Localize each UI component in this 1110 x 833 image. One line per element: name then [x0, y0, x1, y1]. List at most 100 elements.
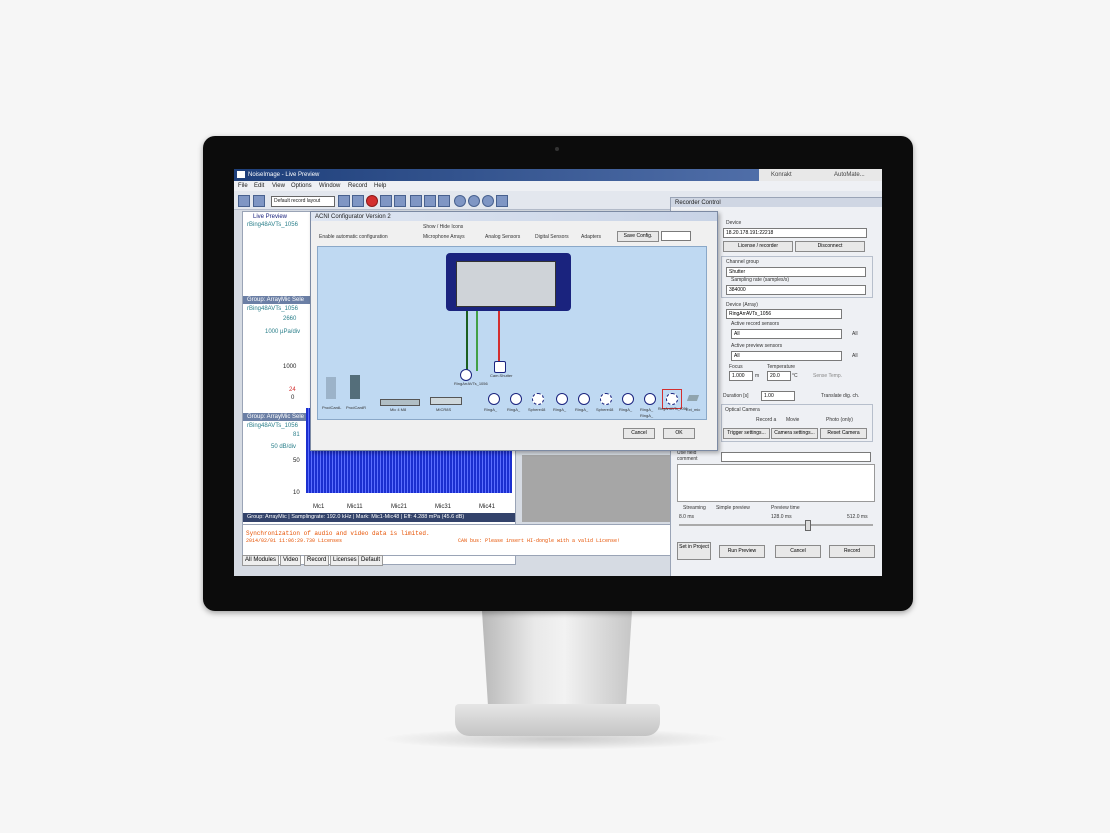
- dialog-cancel-button[interactable]: Cancel: [623, 428, 655, 439]
- ring-a-node-4[interactable]: [578, 393, 590, 405]
- record-button[interactable]: Record: [829, 545, 875, 558]
- sphere-node-2[interactable]: [600, 393, 612, 405]
- tab-default[interactable]: Default: [358, 555, 384, 566]
- record-icon[interactable]: [366, 195, 378, 207]
- connect-button[interactable]: License / recorder: [723, 241, 793, 252]
- webcam-dot: [555, 147, 559, 151]
- analog-sensors-check[interactable]: Analog Sensors: [485, 234, 520, 240]
- probe-card-right-icon[interactable]: [350, 375, 360, 399]
- adapters-check[interactable]: Adapters: [581, 234, 601, 240]
- save-config-button[interactable]: Save Config.: [617, 231, 659, 242]
- open-icon[interactable]: [238, 195, 250, 207]
- device-array-select[interactable]: RingArrAVTs_1056: [726, 309, 842, 319]
- preview-time-slider[interactable]: [679, 524, 873, 526]
- ring-a-node-2[interactable]: [510, 393, 522, 405]
- monitor-icon[interactable]: [394, 195, 406, 207]
- reset-camera-button[interactable]: Reset Camera: [820, 428, 867, 439]
- configurator-dialog: ACNI Configurator Version 2 Show / Hide …: [310, 211, 718, 451]
- tab-record[interactable]: Record: [304, 555, 330, 566]
- camera-settings-button[interactable]: Camera settings...: [771, 428, 818, 439]
- all-record-check[interactable]: All: [852, 331, 858, 337]
- network-icon[interactable]: [424, 195, 436, 207]
- zoom-out-icon[interactable]: [468, 195, 480, 207]
- person-icon[interactable]: [410, 195, 422, 207]
- mic-bar-icon[interactable]: [380, 399, 420, 406]
- translate-check[interactable]: Translate dig. ch.: [821, 393, 859, 399]
- status-bar: Group: ArrayMic | Samplingrate: 192.0 kH…: [243, 513, 515, 522]
- menu-edit[interactable]: Edit: [254, 183, 264, 189]
- duration-input[interactable]: 1.00: [761, 391, 795, 401]
- cancel-button[interactable]: Cancel: [775, 545, 821, 558]
- menu-record[interactable]: Record: [348, 183, 367, 189]
- focus-input[interactable]: 1.000: [729, 371, 753, 381]
- menu-help[interactable]: Help: [374, 183, 386, 189]
- config-select[interactable]: [661, 231, 691, 241]
- menu-file[interactable]: File: [238, 183, 248, 189]
- preview-time-current: 128.0 ms: [771, 514, 792, 520]
- micr-bar-icon[interactable]: [430, 397, 462, 405]
- ring-array-node-label: RingArrAVTs_1056: [454, 381, 488, 386]
- tab-licenses[interactable]: Licenses: [330, 555, 360, 566]
- active-record-select[interactable]: All: [731, 329, 842, 339]
- probe-card-left-icon[interactable]: [326, 377, 336, 399]
- menu-window[interactable]: Window: [319, 183, 340, 189]
- camera-node[interactable]: [494, 361, 506, 373]
- microphone-arrays-check[interactable]: Microphone Arrays: [423, 234, 465, 240]
- transfer-icon[interactable]: [438, 195, 450, 207]
- ext-mic-icon[interactable]: [686, 395, 700, 401]
- group2-label: Group: ArrayMic Sele: [247, 414, 305, 420]
- user-name: Konrakt: [771, 172, 792, 178]
- comment-textarea[interactable]: [677, 464, 875, 502]
- preview-time-min: 8.0 ms: [679, 514, 695, 520]
- ring-array-node[interactable]: [460, 369, 472, 381]
- simple-preview-radio[interactable]: Simple preview: [716, 505, 750, 511]
- all-preview-check[interactable]: All: [852, 353, 858, 359]
- disconnect-button[interactable]: Disconnect: [795, 241, 865, 252]
- enable-auto-check[interactable]: Enable automatic configuration: [319, 234, 388, 240]
- menu-options[interactable]: Options: [291, 183, 312, 189]
- ring-a-node-5[interactable]: [622, 393, 634, 405]
- set-in-project-button[interactable]: Set in Project: [677, 542, 711, 560]
- y-low-label: 24: [289, 387, 296, 393]
- active-preview-select[interactable]: All: [731, 351, 842, 361]
- ring-a-node-1[interactable]: [488, 393, 500, 405]
- run-preview-button[interactable]: Run Preview: [719, 545, 765, 558]
- save-icon[interactable]: [253, 195, 265, 207]
- user-field-select[interactable]: [721, 452, 871, 462]
- active-record-label: Active record sensors: [731, 321, 780, 327]
- sampling-select[interactable]: 384000: [726, 285, 866, 295]
- preview-time-thumb[interactable]: [805, 520, 811, 531]
- dialog-ok-button[interactable]: OK: [663, 428, 695, 439]
- zoom-fit-icon[interactable]: [482, 195, 494, 207]
- speaker-icon[interactable]: [496, 195, 508, 207]
- mic-label-11: Mic11: [347, 504, 363, 510]
- sampling-label: Sampling rate (samples/s): [731, 277, 790, 283]
- temperature-input[interactable]: 20.0: [767, 371, 791, 381]
- sense-temp-check[interactable]: Sense Temp.: [813, 373, 842, 379]
- camera-icon[interactable]: [338, 195, 350, 207]
- db-unit-label: 50 dB/div: [271, 444, 297, 450]
- ring-array-selected-node[interactable]: [666, 393, 678, 405]
- photo-radio[interactable]: Photo (only): [826, 417, 853, 423]
- menu-view[interactable]: View: [272, 183, 285, 189]
- layout-select-value: Default record layout: [274, 198, 321, 204]
- zoom-in-icon[interactable]: [454, 195, 466, 207]
- tab-video[interactable]: Video: [280, 555, 302, 566]
- streaming-radio[interactable]: Streaming: [683, 505, 706, 511]
- y-top-label: 2660: [283, 316, 297, 322]
- ip-select[interactable]: 18.20.178.191:22218: [723, 228, 867, 238]
- channel-group-select[interactable]: Shutter: [726, 267, 866, 277]
- window-icon[interactable]: [380, 195, 392, 207]
- sphere-node-1[interactable]: [532, 393, 544, 405]
- y-zero-label: 0: [291, 395, 295, 401]
- trigger-settings-button[interactable]: Trigger settings...: [723, 428, 770, 439]
- layout-select[interactable]: Default record layout: [271, 196, 335, 207]
- movie-radio[interactable]: Movie: [786, 417, 799, 423]
- grid-icon[interactable]: [352, 195, 364, 207]
- ring-a-node-3[interactable]: [556, 393, 568, 405]
- ring-a-node-6[interactable]: [644, 393, 656, 405]
- tab-all-modules[interactable]: All Modules: [242, 555, 280, 566]
- group1-label: Group: ArrayMic Sele: [247, 297, 305, 303]
- digital-sensors-check[interactable]: Digital Sensors: [535, 234, 569, 240]
- camera-node-label: Cam.Shutter: [490, 373, 513, 378]
